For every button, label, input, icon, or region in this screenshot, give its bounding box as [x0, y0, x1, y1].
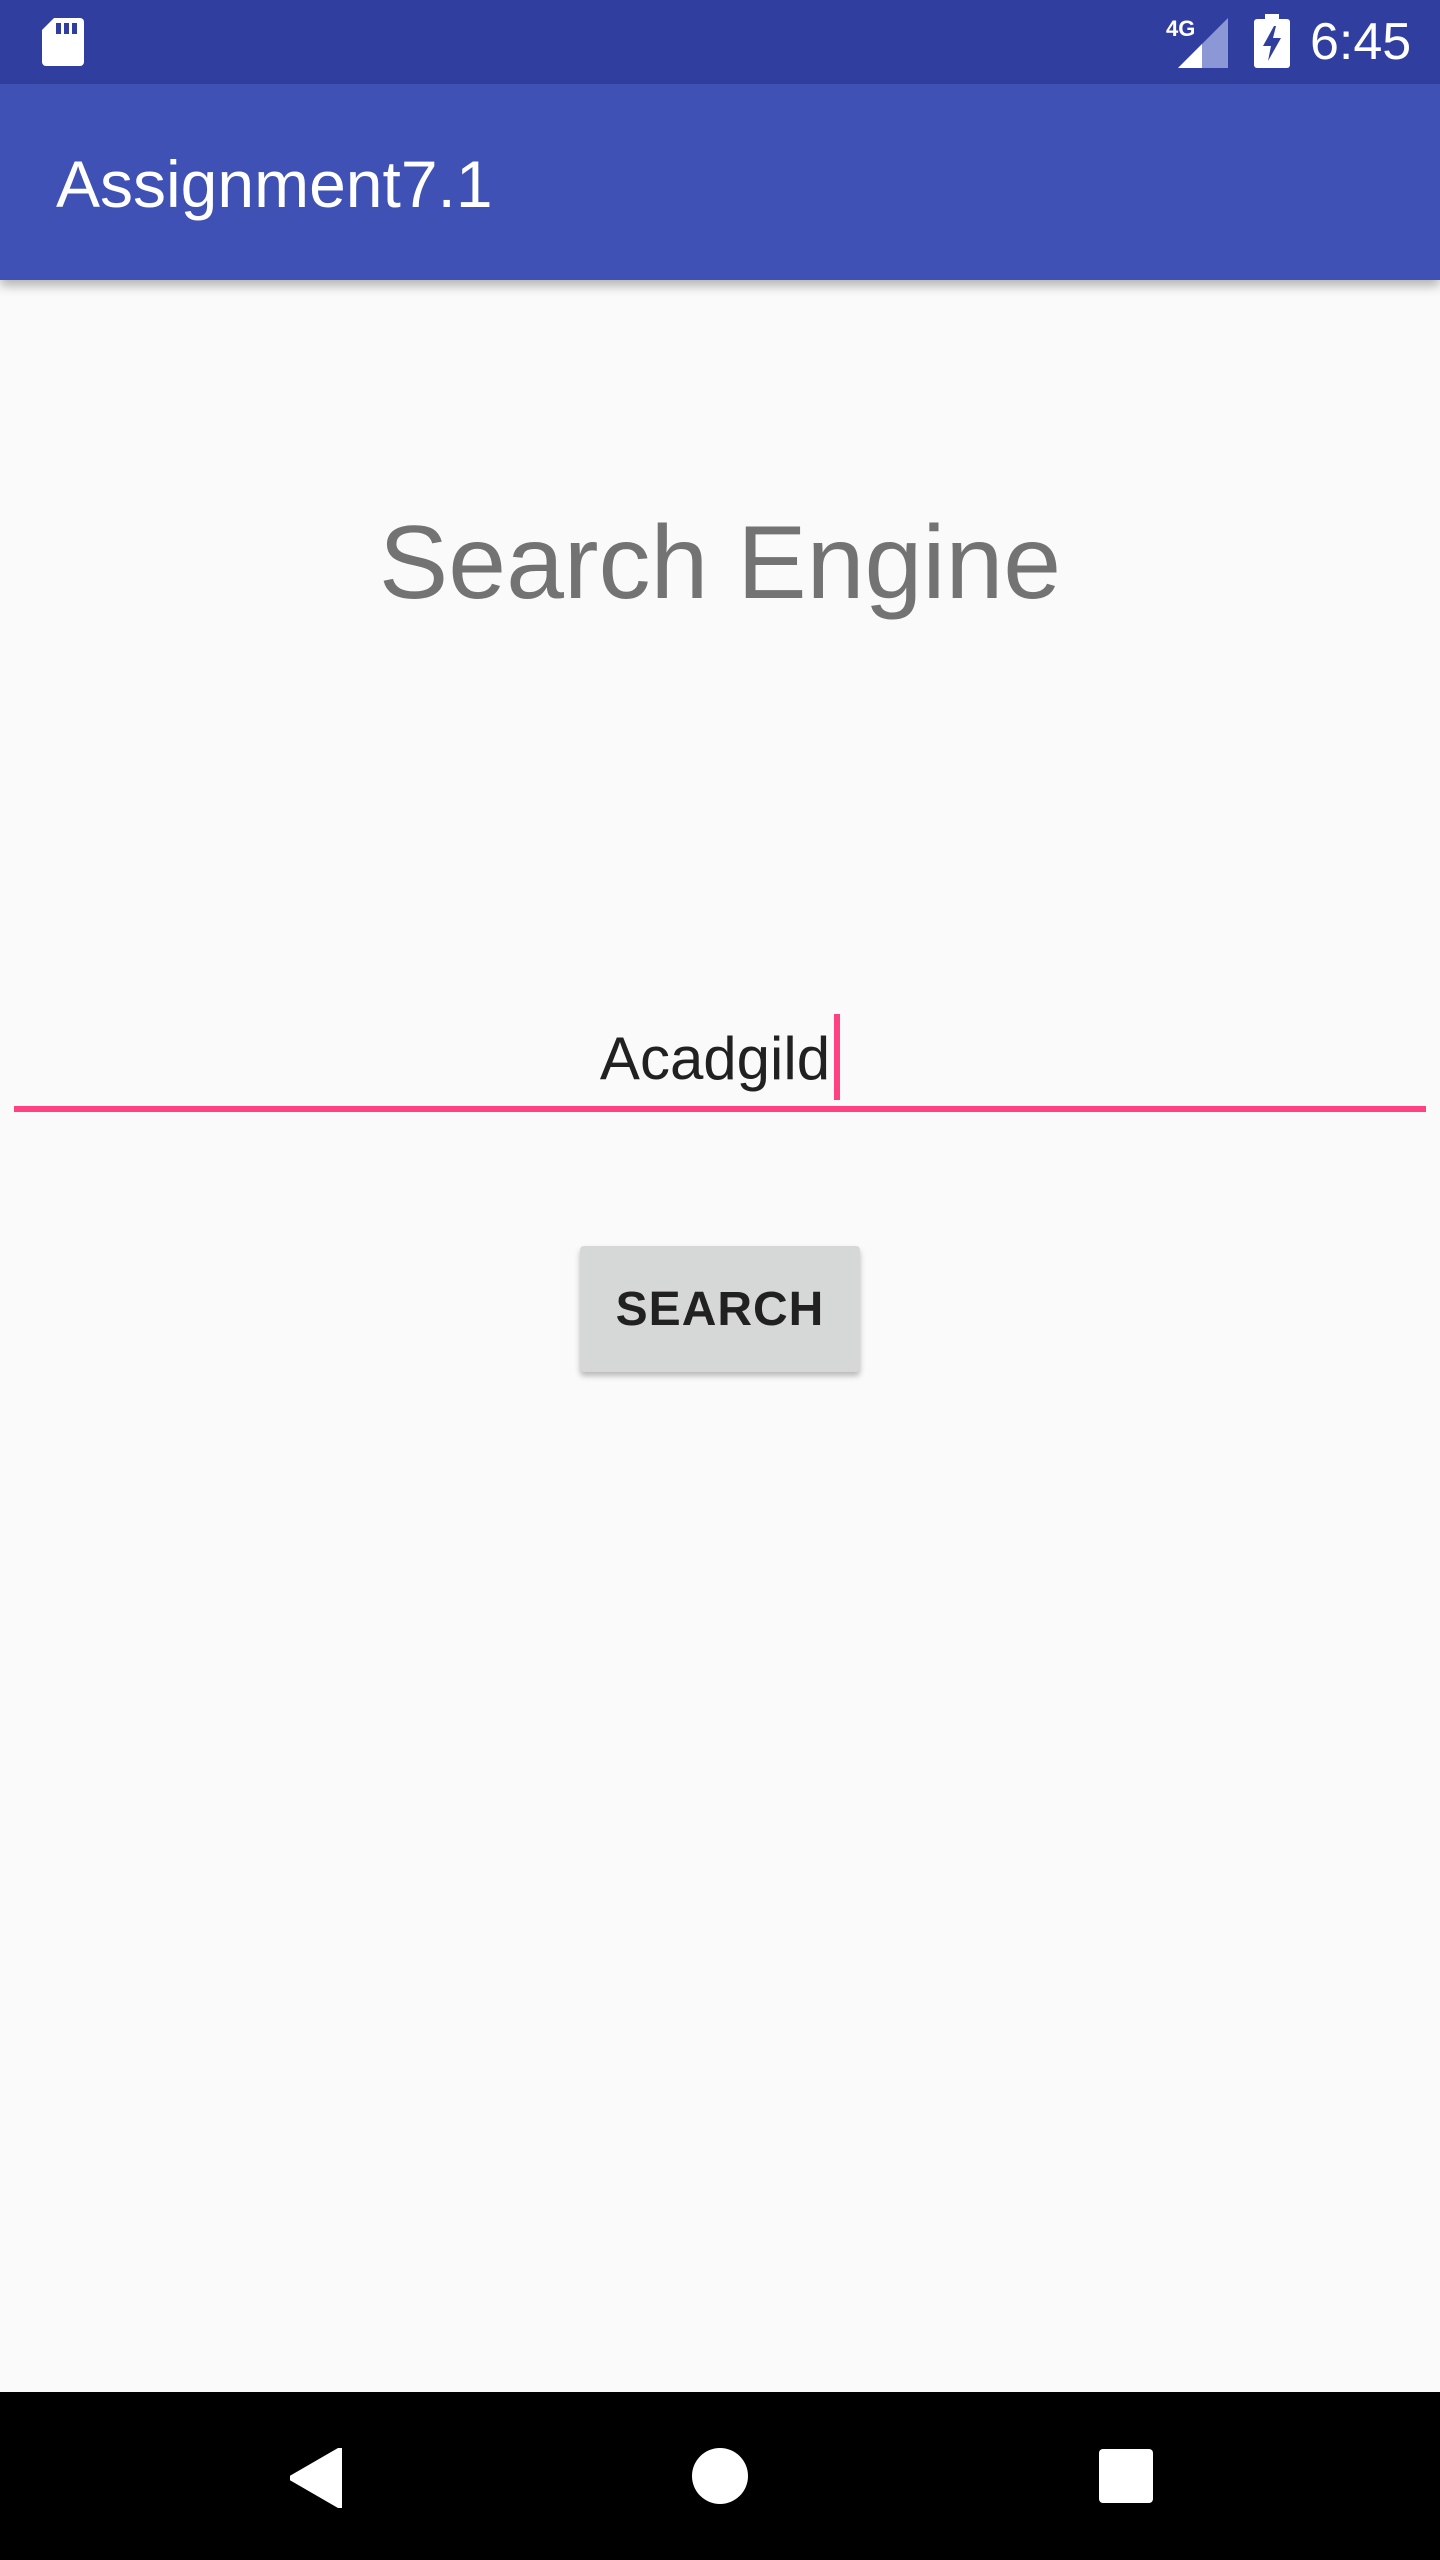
page-heading: Search Engine	[378, 505, 1062, 621]
search-input-underline	[14, 1106, 1426, 1112]
back-icon[interactable]	[290, 2448, 342, 2508]
app-bar: Assignment7.1	[0, 84, 1440, 280]
battery-charging-icon	[1254, 14, 1290, 68]
home-icon[interactable]	[690, 2446, 750, 2506]
sd-card-icon	[42, 18, 84, 66]
search-input-row[interactable]: Acadgild	[14, 1014, 1426, 1106]
navigation-bar	[0, 2392, 1440, 2560]
search-button[interactable]: SEARCH	[580, 1246, 860, 1372]
search-input[interactable]: Acadgild	[14, 1010, 1426, 1114]
screen: 4G 6:45 Assignment7.1 Search Engine Acad…	[0, 0, 1440, 2560]
status-bar: 4G 6:45	[0, 0, 1440, 84]
app-title: Assignment7.1	[56, 147, 493, 221]
network-label: 4G	[1166, 16, 1195, 41]
search-input-value[interactable]: Acadgild	[600, 1025, 830, 1092]
status-time: 6:45	[1310, 13, 1412, 71]
recents-icon[interactable]	[1099, 2449, 1153, 2503]
text-cursor	[834, 1014, 841, 1101]
signal-4g-icon: 4G	[1166, 16, 1228, 68]
